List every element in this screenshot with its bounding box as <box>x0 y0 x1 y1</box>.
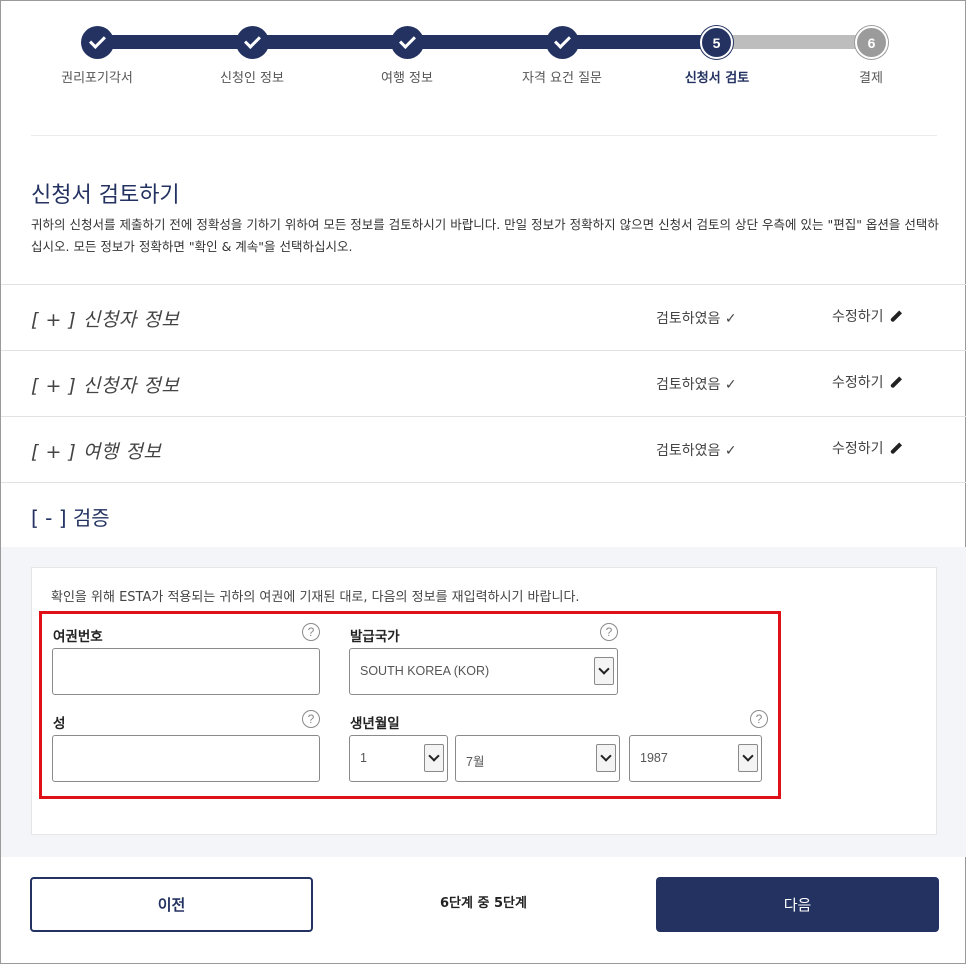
step-1-check-icon <box>81 26 114 59</box>
progress-track-remaining <box>717 35 873 49</box>
select-value: 7월 <box>466 755 485 769</box>
pencil-icon[interactable] <box>889 310 902 323</box>
step-6-circle: 6 <box>855 26 888 59</box>
help-icon[interactable]: ? <box>302 623 320 641</box>
step-label-waiver: 권리포기각서 <box>61 71 133 86</box>
progress-stepper: 5 6 권리포기각서 신청인 정보 여행 정보 자격 요건 질문 신청서 검토 … <box>1 1 966 111</box>
section-title[interactable]: [ + ] 신청자 정보 <box>31 305 179 332</box>
divider <box>31 135 937 136</box>
edit-label[interactable]: 수정하기 <box>832 441 884 457</box>
page-title: 신청서 검토하기 <box>31 183 180 208</box>
select-value: 1987 <box>640 751 668 765</box>
reviewed-status: 검토하였음 ✓ <box>656 311 737 327</box>
edit-link[interactable]: 수정하기 <box>832 306 902 326</box>
select-value: 1 <box>360 751 367 765</box>
section-title[interactable]: [ + ] 신청자 정보 <box>31 371 179 398</box>
chevron-down-icon[interactable] <box>594 657 614 685</box>
section-verification[interactable] <box>1 482 966 548</box>
edit-label[interactable]: 수정하기 <box>832 375 884 391</box>
step-label-eligibility: 자격 요건 질문 <box>521 71 603 86</box>
select-value: SOUTH KOREA (KOR) <box>360 664 490 678</box>
section-applicant-info-2[interactable]: [ + ] 신청자 정보 검토하였음 ✓ 수정하기 <box>1 350 966 416</box>
step-3-check-icon <box>391 26 424 59</box>
review-instructions: 귀하의 신청서를 제출하기 전에 정확성을 기하기 위하여 모든 정보를 검토하… <box>31 217 939 254</box>
step-5-circle: 5 <box>700 26 733 59</box>
edit-link[interactable]: 수정하기 <box>832 372 902 392</box>
issuing-country-select[interactable]: SOUTH KOREA (KOR) <box>349 648 618 695</box>
step-2-check-icon <box>236 26 269 59</box>
issuing-country-label: 발급국가 <box>350 629 400 645</box>
edit-link[interactable]: 수정하기 <box>832 438 902 458</box>
passport-number-label: 여권번호 <box>53 629 103 645</box>
dob-day-select[interactable]: 1 <box>349 735 448 782</box>
previous-button[interactable]: 이전 <box>30 877 313 932</box>
step-label-payment: 결제 <box>859 71 883 86</box>
reviewed-status: 검토하였음 ✓ <box>656 377 737 393</box>
help-icon[interactable]: ? <box>750 710 768 728</box>
surname-input[interactable] <box>52 735 320 782</box>
dob-month-select[interactable]: 7월 <box>455 735 620 782</box>
step-4-check-icon <box>546 26 579 59</box>
help-icon[interactable]: ? <box>600 623 618 641</box>
section-title[interactable]: [ + ] 여행 정보 <box>31 437 161 464</box>
reviewed-status: 검토하였음 ✓ <box>656 443 737 459</box>
pencil-icon[interactable] <box>889 442 902 455</box>
step-label-travel: 여행 정보 <box>381 71 433 86</box>
page-frame: 5 6 권리포기각서 신청인 정보 여행 정보 자격 요건 질문 신청서 검토 … <box>0 0 966 964</box>
step-label-review: 신청서 검토 <box>684 71 750 86</box>
verification-instruction: 확인을 위해 ESTA가 적용되는 귀하의 여권에 기재된 대로, 다음의 정보… <box>51 590 580 605</box>
next-button[interactable]: 다음 <box>656 877 939 932</box>
surname-label: 성 <box>53 716 66 732</box>
pencil-icon[interactable] <box>889 376 902 389</box>
step-counter: 6단계 중 5단계 <box>440 896 527 911</box>
chevron-down-icon[interactable] <box>596 744 616 772</box>
chevron-down-icon[interactable] <box>424 744 444 772</box>
passport-number-input[interactable] <box>52 648 320 695</box>
section-travel-info[interactable]: [ + ] 여행 정보 검토하였음 ✓ 수정하기 <box>1 416 966 482</box>
section-applicant-info-1[interactable]: [ + ] 신청자 정보 검토하였음 ✓ 수정하기 <box>1 284 966 350</box>
help-icon[interactable]: ? <box>302 710 320 728</box>
edit-label[interactable]: 수정하기 <box>832 309 884 325</box>
step-label-applicant: 신청인 정보 <box>220 71 284 86</box>
date-of-birth-label: 생년월일 <box>350 716 400 732</box>
verification-title[interactable]: [ - ] 검증 <box>31 502 110 531</box>
dob-year-select[interactable]: 1987 <box>629 735 762 782</box>
chevron-down-icon[interactable] <box>738 744 758 772</box>
